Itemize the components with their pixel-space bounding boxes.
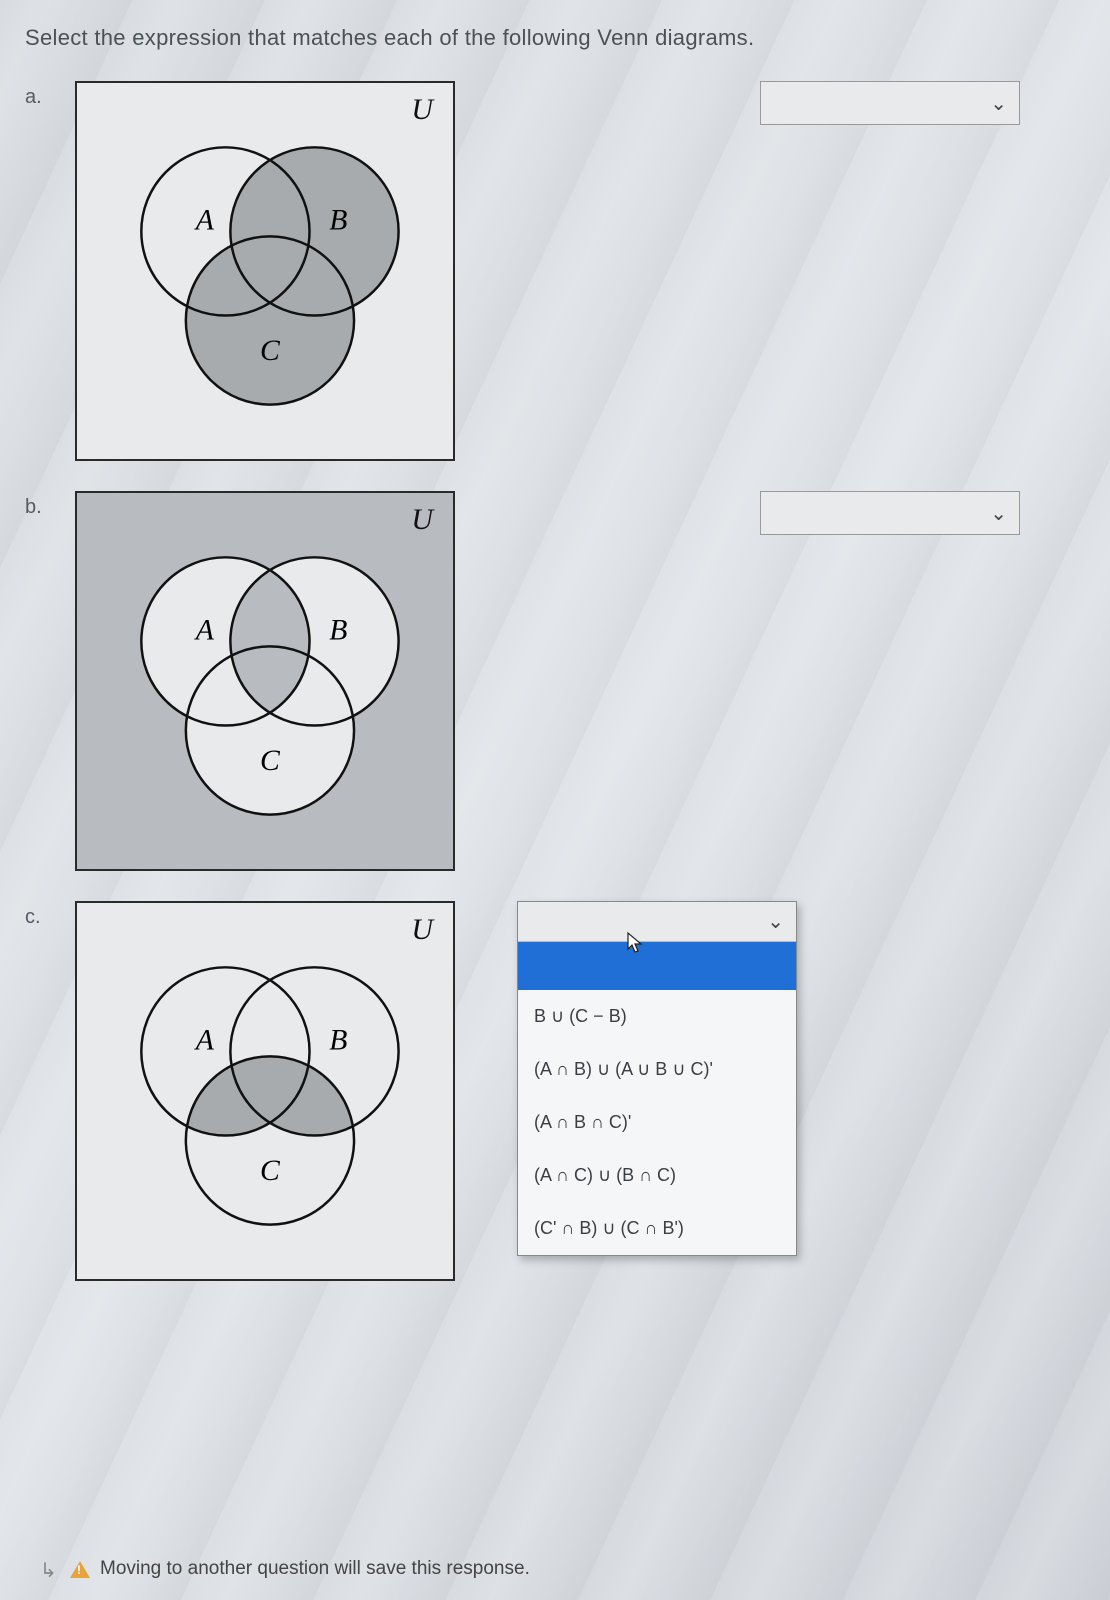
dropdown-option-3[interactable]: (A ∩ C) ∪ (B ∩ C)	[518, 1149, 796, 1202]
svg-text:A: A	[194, 1024, 215, 1056]
dropdown-c-open: ⌄ B ∪ (C − B) (A ∩ B) ∪ (A ∪ B ∪ C)' (A …	[517, 901, 797, 1256]
chevron-down-icon: ⌄	[767, 909, 784, 934]
warning-icon	[70, 1561, 90, 1578]
set-a-label: A	[194, 204, 215, 236]
dropdown-option-blank[interactable]	[518, 942, 796, 990]
venn-box-b: U A B C	[75, 491, 455, 871]
dropdown-option-4[interactable]: (C' ∩ B) ∪ (C ∩ B')	[518, 1202, 796, 1255]
dropdown-c-trigger[interactable]: ⌄	[518, 902, 796, 942]
dropdown-option-0[interactable]: B ∪ (C − B)	[518, 990, 796, 1043]
question-prompt: Select the expression that matches each …	[25, 25, 1090, 51]
venn-box-c: U A B C	[75, 901, 455, 1281]
cursor-icon	[625, 931, 649, 955]
set-c-label: C	[260, 335, 281, 367]
venn-diagram-b: A B C	[77, 493, 453, 869]
row-a: a. U A B	[25, 81, 1090, 461]
row-b: b. U A B C ⌄	[25, 491, 1090, 871]
label-c: c.	[25, 901, 75, 929]
dropdown-option-1[interactable]: (A ∩ B) ∪ (A ∪ B ∪ C)'	[518, 1043, 796, 1096]
dropdown-option-2[interactable]: (A ∩ B ∩ C)'	[518, 1096, 796, 1149]
label-a: a.	[25, 81, 75, 109]
return-arrow-icon: ↳	[40, 1558, 57, 1583]
dropdown-b[interactable]: ⌄	[760, 491, 1020, 535]
svg-text:C: C	[260, 1155, 281, 1187]
set-b-label: B	[329, 204, 347, 236]
footer-notice: ↳ Moving to another question will save t…	[70, 1558, 530, 1580]
dropdown-a[interactable]: ⌄	[760, 81, 1020, 125]
venn-diagram-a: A B C	[77, 83, 453, 459]
label-b: b.	[25, 491, 75, 519]
svg-text:C: C	[260, 745, 281, 777]
svg-text:B: B	[329, 614, 347, 646]
venn-diagram-c: A B C	[77, 903, 453, 1279]
chevron-down-icon: ⌄	[990, 91, 1007, 116]
svg-text:B: B	[329, 1024, 347, 1056]
footer-text: Moving to another question will save thi…	[100, 1558, 530, 1580]
svg-text:A: A	[194, 614, 215, 646]
chevron-down-icon: ⌄	[990, 501, 1007, 526]
row-c: c. U A B C	[25, 901, 1090, 1281]
venn-box-a: U A B C	[75, 81, 455, 461]
